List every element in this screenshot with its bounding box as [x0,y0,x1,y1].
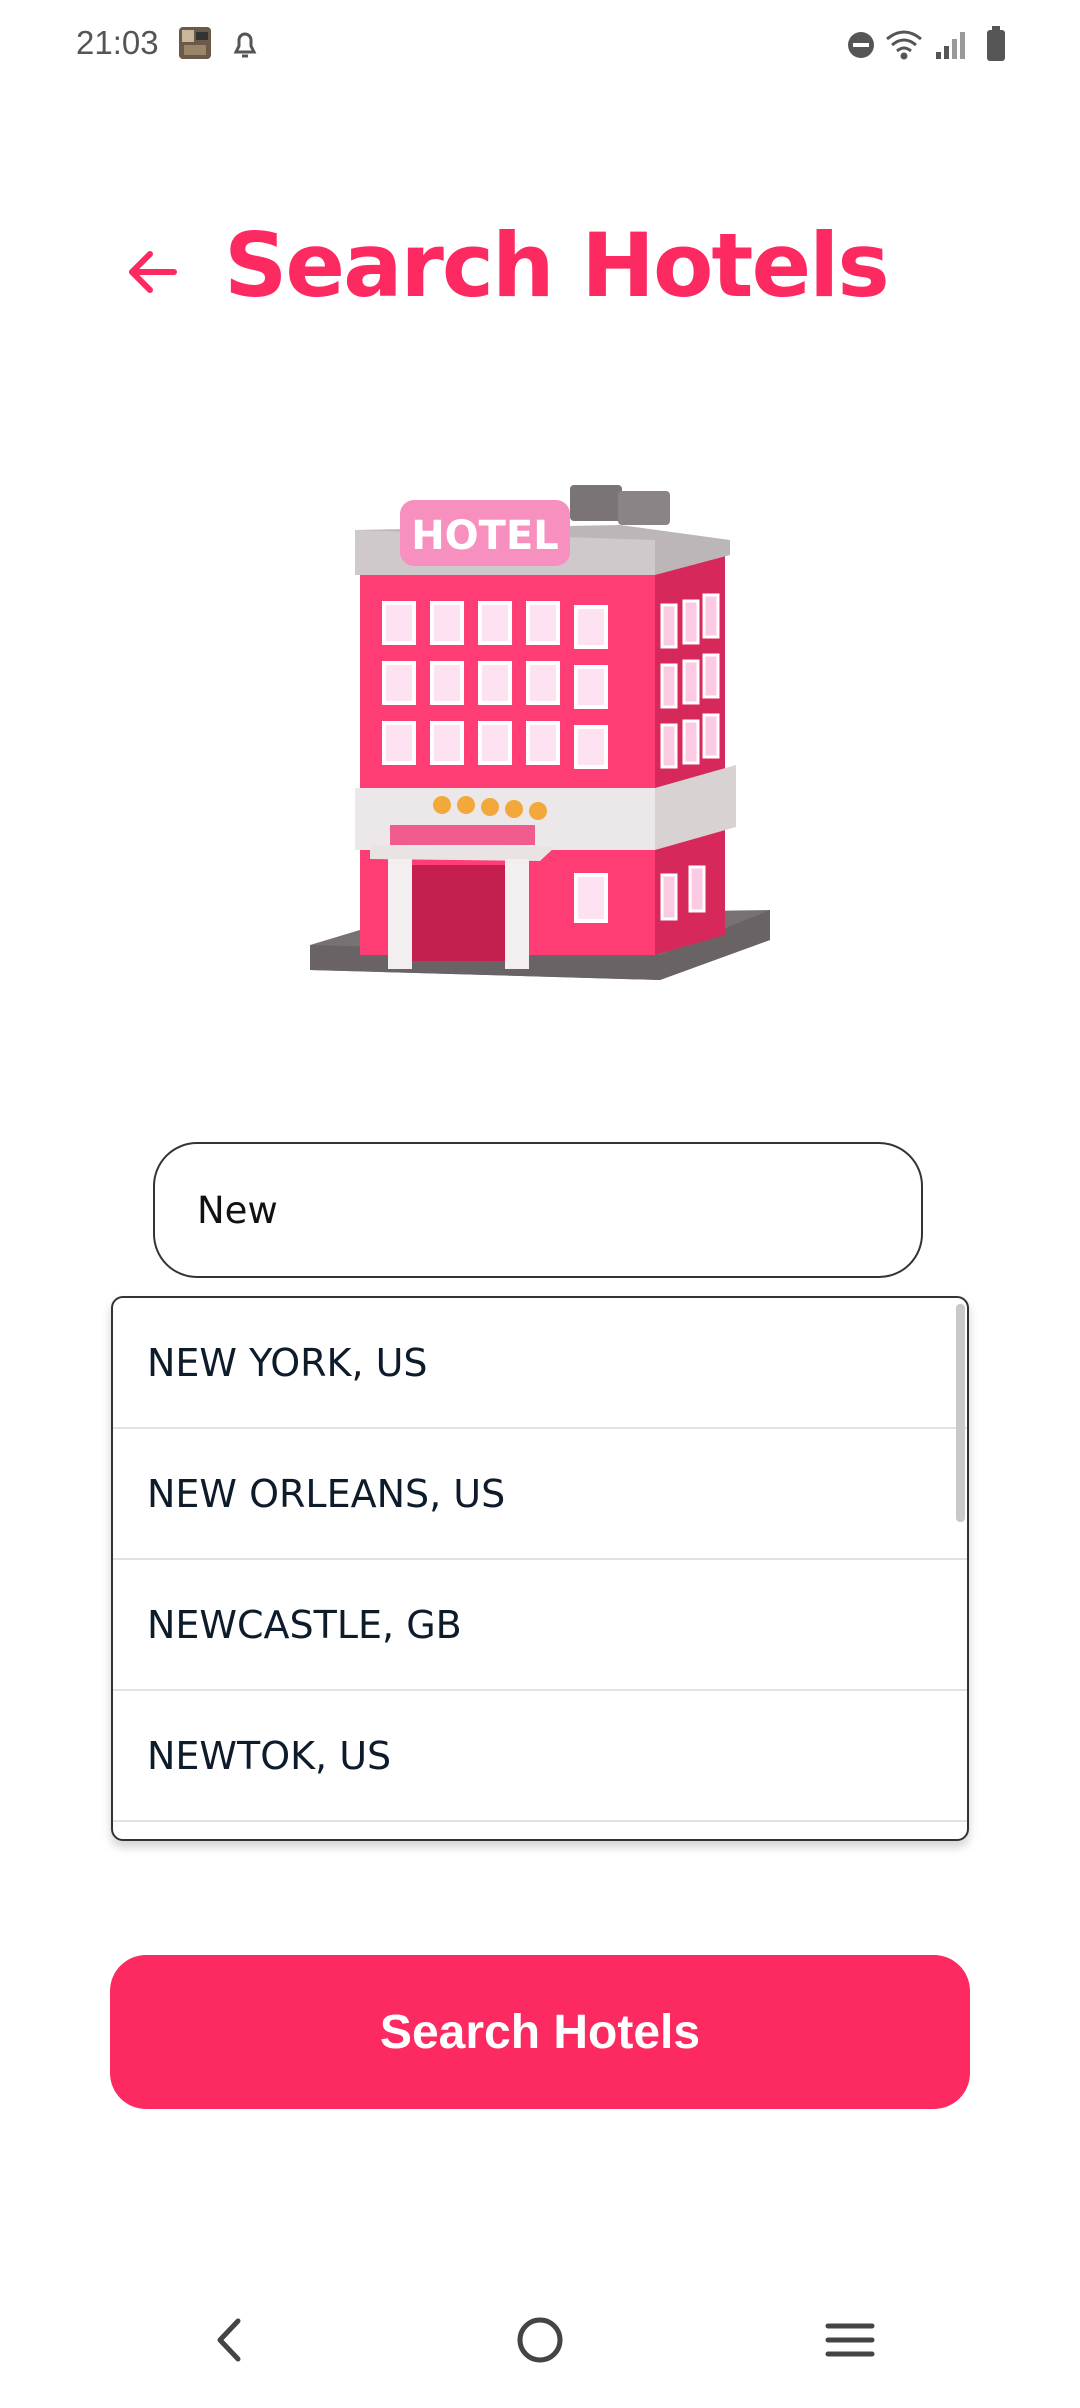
status-bar: 21:03 [0,0,1080,90]
status-time: 21:03 [76,24,159,61]
page-title: Search Hotels [224,214,890,317]
city-search-input[interactable] [153,1142,923,1278]
signal-icon [934,30,968,65]
notification-bell-icon [230,28,260,65]
back-arrow-icon[interactable] [124,242,184,302]
search-hotels-button[interactable]: Search Hotels [110,1955,970,2109]
battery-icon [986,26,1006,67]
suggestion-item[interactable]: NEWTOK, US [113,1691,967,1822]
nav-menu-icon[interactable] [810,2310,890,2370]
do-not-disturb-icon [846,30,876,65]
dropdown-scrollbar[interactable] [956,1304,965,1522]
hotel-building-illustration: HOTEL [300,455,780,1035]
photo-thumbnail-icon [178,26,212,65]
suggestion-item[interactable]: NEW YORK, US [113,1298,967,1429]
system-navigation-bar [0,2290,1080,2408]
nav-home-icon[interactable] [500,2310,580,2370]
suggestion-item[interactable]: NEW ORLEANS, US [113,1429,967,1560]
suggestion-item[interactable]: NEWCASTLE, GB [113,1560,967,1691]
wifi-icon [884,28,924,65]
hotel-sign-text: HOTEL [411,513,559,559]
city-suggestions-dropdown[interactable]: NEW YORK, US NEW ORLEANS, US NEWCASTLE, … [111,1296,969,1841]
nav-back-icon[interactable] [188,2310,268,2370]
